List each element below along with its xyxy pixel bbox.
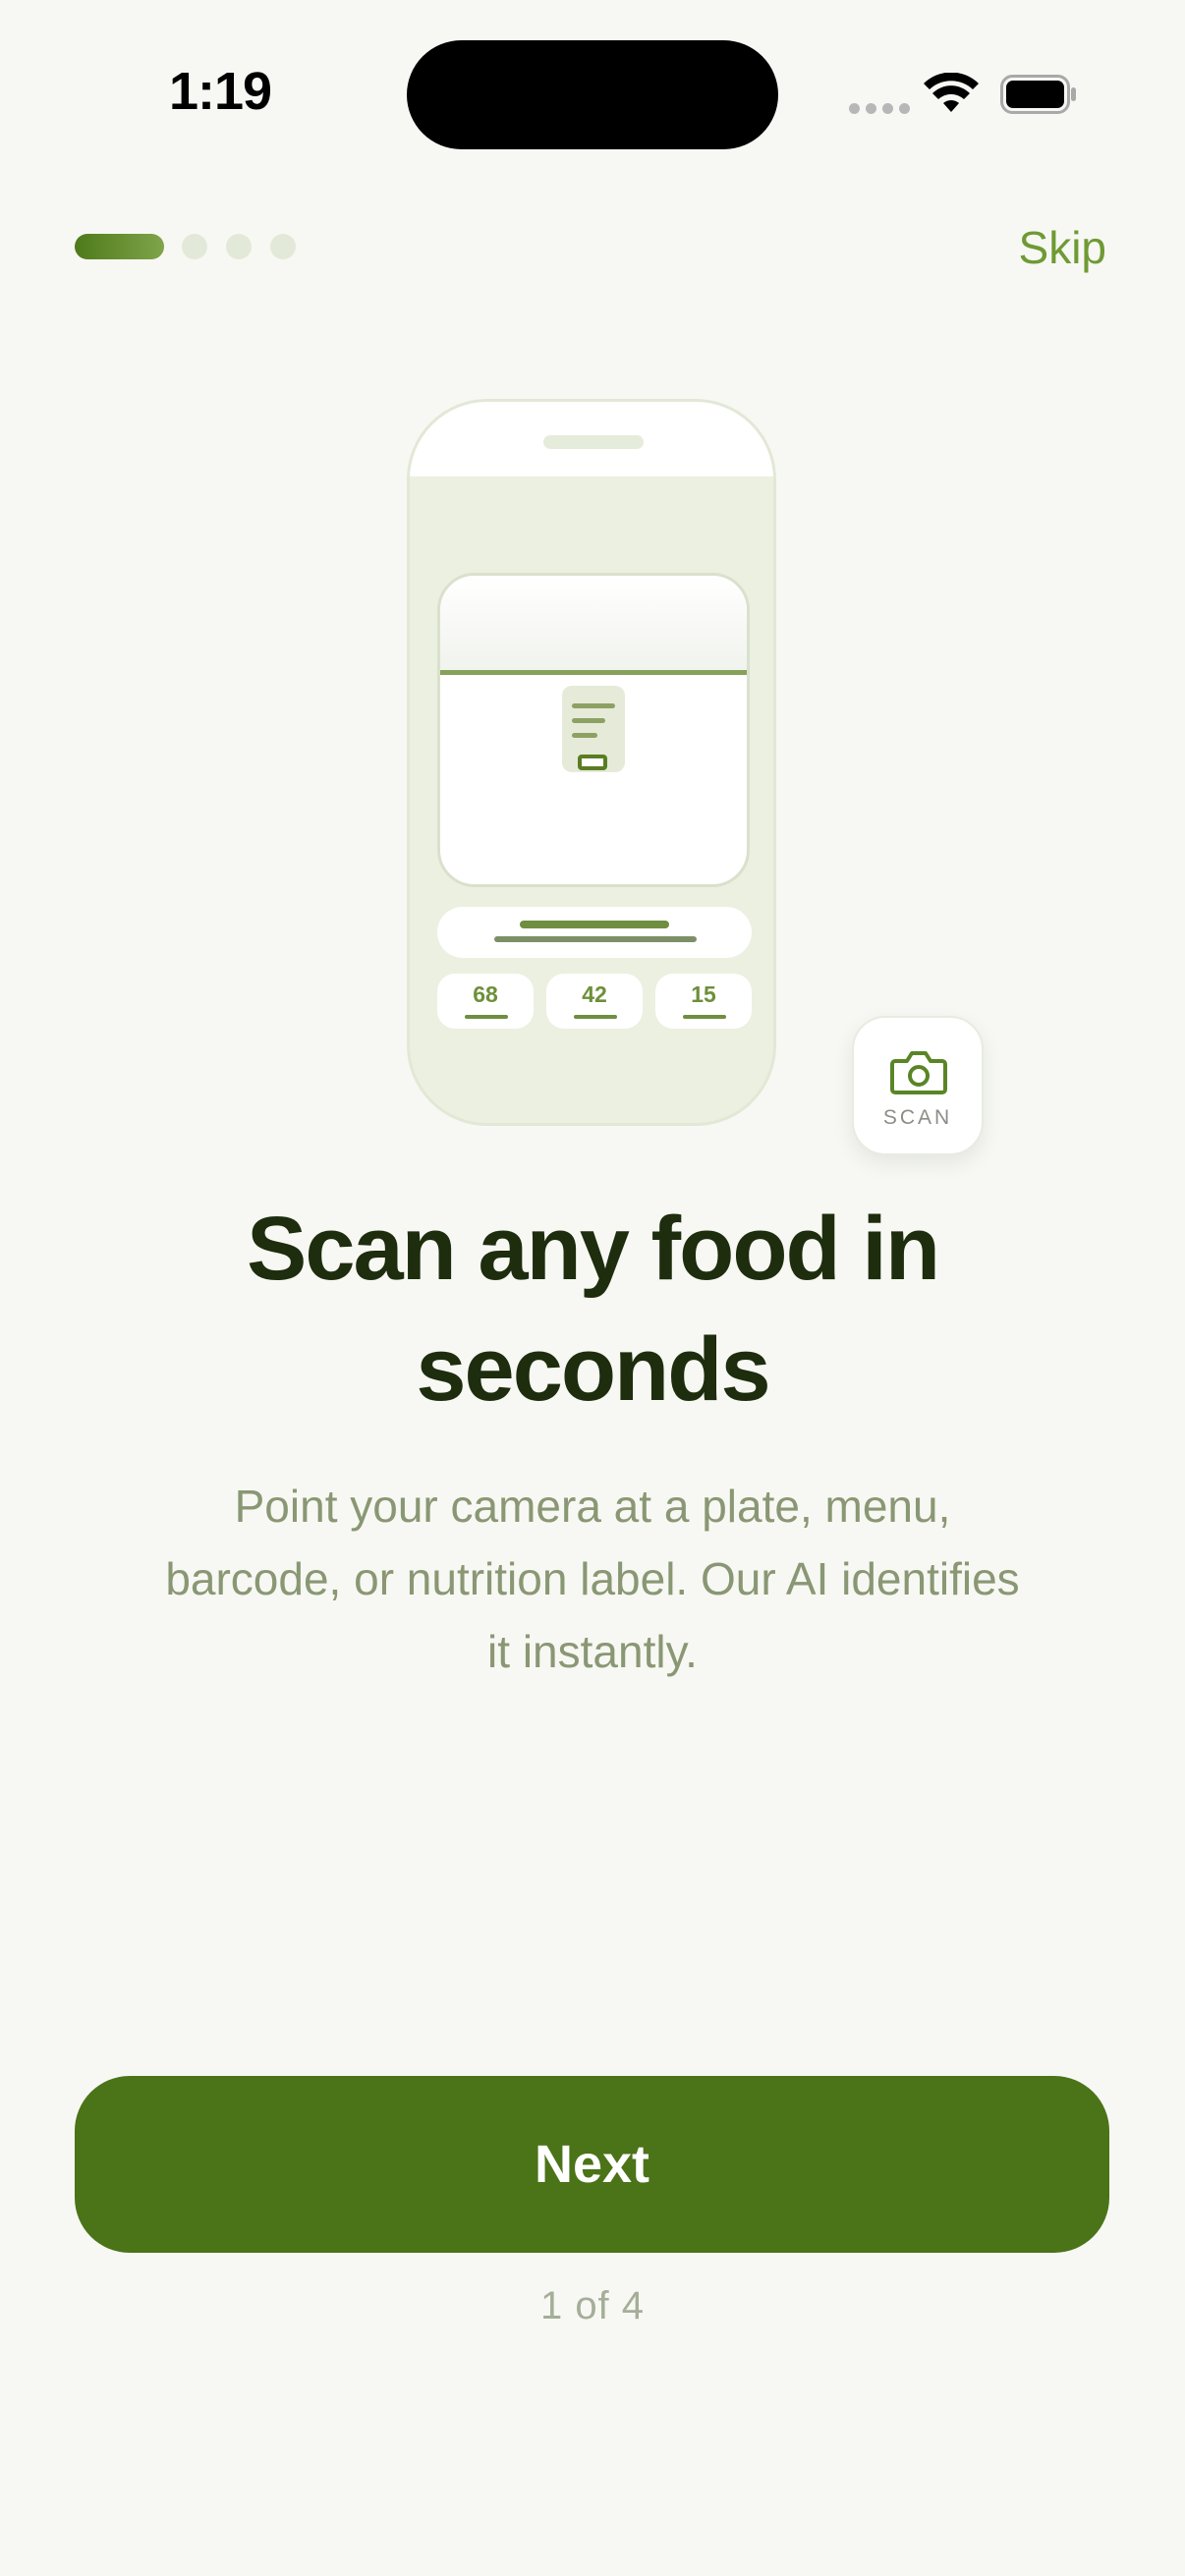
camera-viewfinder	[437, 573, 750, 887]
phone-speaker	[543, 435, 644, 449]
progress-step-active	[75, 234, 164, 259]
onboarding-description: Point your camera at a plate, menu, barc…	[165, 1481, 1020, 1677]
macro-value: 68	[473, 981, 498, 1007]
scan-badge-label: SCAN	[882, 1106, 953, 1129]
cellular-signal-icon	[849, 103, 910, 114]
next-button[interactable]: Next	[75, 2076, 1109, 2253]
skip-button[interactable]: Skip	[1019, 221, 1106, 274]
wifi-icon	[924, 73, 979, 112]
macro-card: 42	[546, 974, 643, 1029]
document-icon	[562, 686, 625, 772]
status-time: 1:19	[169, 62, 272, 121]
battery-icon	[1000, 75, 1076, 114]
macro-value: 42	[582, 981, 607, 1007]
scan-badge: SCAN	[852, 1016, 984, 1155]
onboarding-headline: Scan any food in seconds	[101, 1189, 1084, 1430]
progress-step-dot	[270, 234, 296, 259]
camera-icon	[890, 1051, 947, 1094]
headline-line-1: Scan any food in	[246, 1199, 940, 1299]
macro-value: 15	[691, 981, 716, 1007]
macro-card: 15	[655, 974, 752, 1029]
phone-illustration: 68 42 15	[407, 399, 776, 1126]
macro-card: 68	[437, 974, 534, 1029]
headline-line-2: seconds	[416, 1319, 770, 1420]
scan-line	[440, 670, 747, 675]
page-counter: 1 of 4	[539, 2284, 646, 2327]
scan-result-pill	[437, 907, 752, 958]
progress-step-dot	[182, 234, 207, 259]
progress-step-dot	[226, 234, 252, 259]
dynamic-island	[407, 40, 778, 149]
